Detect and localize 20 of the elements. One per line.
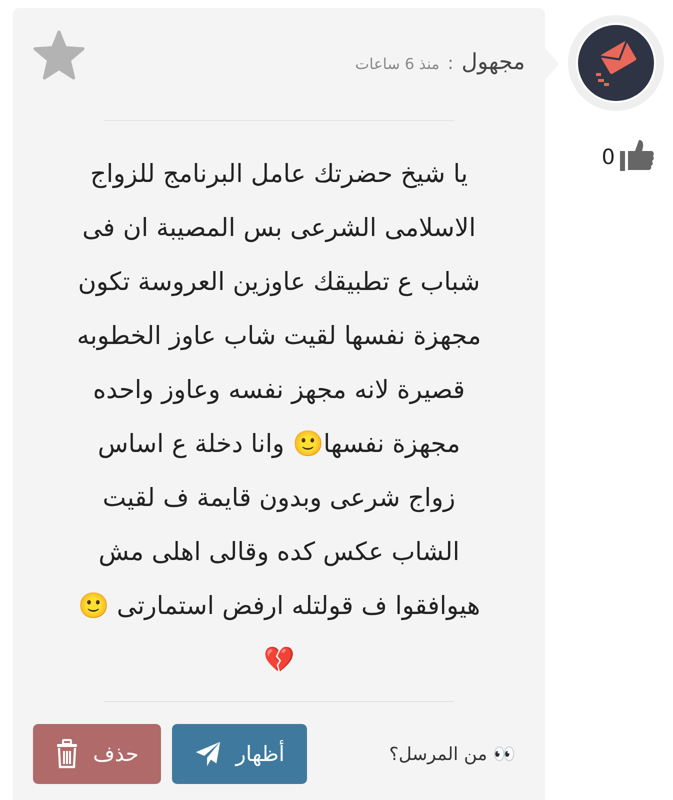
message-text: مجهزة نفسها لقيت شاب عاوز الخطوبه [76, 320, 482, 352]
message-text: الشاب عكس كده وقالى اهلى مش [97, 536, 461, 568]
message-text: قصيرة لانه مجهز نفسه وعاوز واحده [92, 374, 466, 406]
message-text: 💔 [262, 644, 296, 676]
send-icon [194, 740, 222, 768]
message-text: زواج شرعى وبدون قايمة ف لقيت [102, 482, 456, 514]
timestamp: منذ 6 ساعات [355, 55, 440, 73]
separator: : [447, 53, 454, 74]
like-count: 0 [602, 145, 615, 169]
message-text: مجهزة نفسها🙂 وانا دخلة ع اساس [96, 428, 462, 460]
author-name: مجهول [462, 50, 525, 75]
trash-icon [55, 739, 79, 769]
delete-button[interactable]: حذف [33, 724, 161, 784]
sender-question: 👀 من المرسل؟ [389, 743, 515, 765]
reveal-button[interactable]: أظهار [172, 724, 307, 784]
star-icon[interactable] [33, 30, 85, 80]
message-text: يا شيخ حضرتك عامل البرنامج للزواج [89, 158, 469, 190]
message-text: الاسلامى الشرعى بس المصيبة ان فى [81, 212, 477, 244]
message-text: شباب ع تطبيقك عاوزين العروسة تكون [76, 266, 482, 298]
message-text: هيوافقوا ف قولتله ارفض استمارتى 🙂 [76, 590, 482, 622]
